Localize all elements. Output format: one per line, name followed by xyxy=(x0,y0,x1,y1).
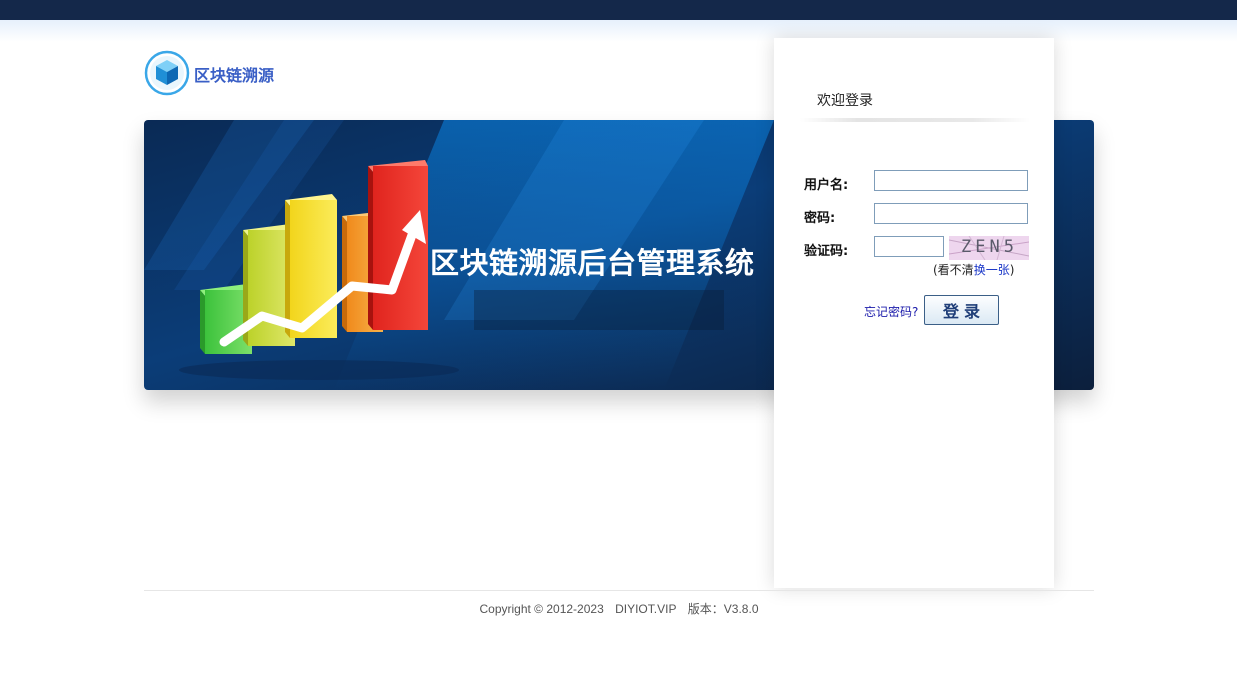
cube-logo-icon xyxy=(144,50,190,96)
username-input[interactable] xyxy=(874,170,1028,191)
captcha-label: 验证码: xyxy=(804,244,849,259)
heading-divider xyxy=(800,118,1030,122)
footer-divider xyxy=(144,590,1094,591)
captcha-hint-suffix: ) xyxy=(1009,263,1015,277)
site-logo: 区块链溯源 xyxy=(144,49,294,97)
password-label: 密码: xyxy=(804,211,836,226)
version-text: 版本：V3.8.0 xyxy=(687,602,759,616)
welcome-heading: 欢迎登录 xyxy=(817,93,873,109)
password-input[interactable] xyxy=(874,203,1028,224)
captcha-hint: (看不清换一张) xyxy=(933,261,1014,278)
banner-title: 区块链溯源后台管理系统 xyxy=(430,246,755,280)
footer: Copyright © 2012-2023 DIYIOT.VIP 版本：V3.8… xyxy=(144,600,1094,617)
captcha-hint-prefix: (看不清 xyxy=(933,263,974,277)
login-button[interactable]: 登录 xyxy=(924,295,999,325)
username-label: 用户名: xyxy=(804,178,849,193)
captcha-text: ZEN5 xyxy=(961,237,1018,257)
forgot-password-link[interactable]: 忘记密码? xyxy=(864,303,918,320)
captcha-input[interactable] xyxy=(874,236,944,257)
top-bar xyxy=(0,0,1237,20)
captcha-image[interactable]: ZEN5 xyxy=(949,236,1029,260)
copyright-text: Copyright © 2012-2023 xyxy=(479,602,604,616)
login-panel: 欢迎登录 用户名: 密码: 验证码: ZEN5 (看不清换一张) 忘记密码? 登… xyxy=(774,38,1054,588)
logo-text: 区块链溯源 xyxy=(194,66,275,85)
refresh-captcha-link[interactable]: 换一张 xyxy=(974,263,1010,277)
site-name: DIYIOT.VIP xyxy=(615,602,677,616)
